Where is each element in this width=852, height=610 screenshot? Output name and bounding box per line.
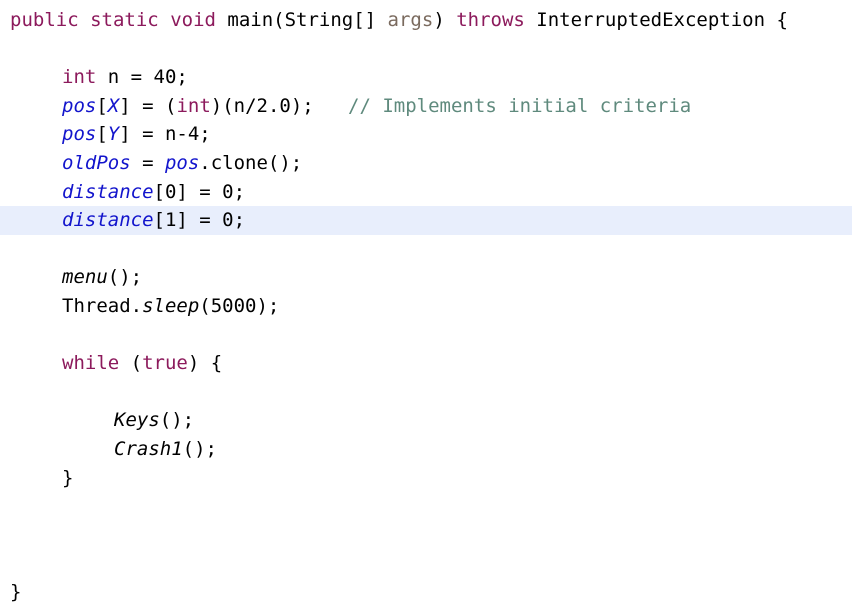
code-token-plain: } bbox=[62, 466, 74, 489]
code-token-plain: )(n/2.0); bbox=[210, 94, 314, 117]
code-line[interactable] bbox=[0, 35, 852, 64]
code-line[interactable] bbox=[0, 521, 852, 550]
code-line[interactable] bbox=[0, 378, 852, 407]
code-line[interactable]: pos[X] = (int)(n/2.0); // Implements ini… bbox=[0, 92, 852, 121]
code-token-field: distance bbox=[62, 209, 154, 232]
code-token-comment: // Implements initial criteria bbox=[348, 94, 692, 117]
code-line[interactable]: oldPos = pos.clone(); bbox=[0, 149, 852, 178]
code-token-field: distance bbox=[62, 180, 154, 203]
code-token-keyword: int bbox=[176, 94, 211, 117]
code-token-keyword: throws bbox=[456, 9, 525, 31]
code-token-plain: n = 40; bbox=[96, 66, 188, 89]
code-token-keyword: true bbox=[142, 352, 188, 375]
code-line[interactable]: menu(); bbox=[0, 263, 852, 292]
code-token-plain: (5000); bbox=[199, 294, 280, 317]
code-line[interactable]: distance[0] = 0; bbox=[0, 178, 852, 207]
code-line[interactable] bbox=[0, 549, 852, 578]
code-line[interactable]: distance[1] = 0; bbox=[0, 206, 852, 235]
code-line[interactable] bbox=[0, 321, 852, 350]
code-token-keyword: void bbox=[170, 9, 216, 31]
code-token-plain: [ bbox=[96, 123, 108, 146]
code-token-method: sleep bbox=[142, 294, 200, 317]
code-token-plain: ) { bbox=[187, 352, 223, 375]
code-line[interactable]: Keys(); bbox=[0, 406, 852, 435]
code-line[interactable]: public static void main(String[] args) t… bbox=[0, 6, 852, 35]
code-line[interactable]: while (true) { bbox=[0, 349, 852, 378]
code-line[interactable] bbox=[0, 235, 852, 264]
code-token-plain: InterruptedException { bbox=[524, 9, 788, 31]
code-token-field: Y bbox=[107, 123, 120, 146]
code-line[interactable]: Crash1(); bbox=[0, 435, 852, 464]
code-token-field: pos bbox=[62, 123, 97, 146]
code-token-field: pos bbox=[164, 151, 200, 174]
code-token-plain: ] = ( bbox=[119, 94, 177, 117]
code-line[interactable]: int n = 40; bbox=[0, 63, 852, 92]
code-token-method: Keys bbox=[114, 409, 160, 432]
code-token-keyword: public bbox=[10, 9, 79, 31]
code-token-field: pos bbox=[62, 94, 97, 117]
code-line[interactable]: pos[Y] = n-4; bbox=[0, 120, 852, 149]
code-line[interactable] bbox=[0, 492, 852, 521]
code-token-method: menu bbox=[62, 266, 108, 289]
code-token-plain: = bbox=[130, 151, 165, 174]
code-token-plain: main(String[] bbox=[215, 9, 388, 31]
code-token-plain: (); bbox=[107, 266, 143, 289]
code-token-plain: .clone(); bbox=[199, 151, 303, 174]
code-token-plain: [0] = 0; bbox=[153, 180, 246, 203]
code-token-keyword: int bbox=[62, 66, 97, 89]
code-token-parameter: args bbox=[387, 9, 434, 31]
code-token-keyword: while bbox=[62, 352, 120, 375]
code-token-field: X bbox=[107, 94, 120, 117]
code-line[interactable]: } bbox=[0, 464, 852, 493]
code-token-plain: ] = n-4; bbox=[119, 123, 211, 146]
code-editor[interactable]: public static void main(String[] args) t… bbox=[0, 0, 852, 610]
code-text-area[interactable]: public static void main(String[] args) t… bbox=[0, 0, 852, 606]
code-token-plain: ) bbox=[433, 9, 457, 31]
code-token-plain: [ bbox=[96, 94, 108, 117]
code-token-plain: (); bbox=[159, 409, 195, 432]
code-token-method: Crash1 bbox=[114, 437, 183, 460]
code-line[interactable]: Thread.sleep(5000); bbox=[0, 292, 852, 321]
code-token-field: oldPos bbox=[62, 151, 131, 174]
code-line[interactable]: } bbox=[0, 578, 852, 607]
code-token-plain: ( bbox=[119, 352, 143, 375]
code-token-keyword: static bbox=[90, 9, 159, 31]
code-token-plain: (); bbox=[182, 437, 217, 460]
code-token-plain: } bbox=[10, 580, 22, 603]
code-token-plain: Thread. bbox=[62, 294, 143, 317]
code-token-plain: [1] = 0; bbox=[153, 209, 246, 232]
